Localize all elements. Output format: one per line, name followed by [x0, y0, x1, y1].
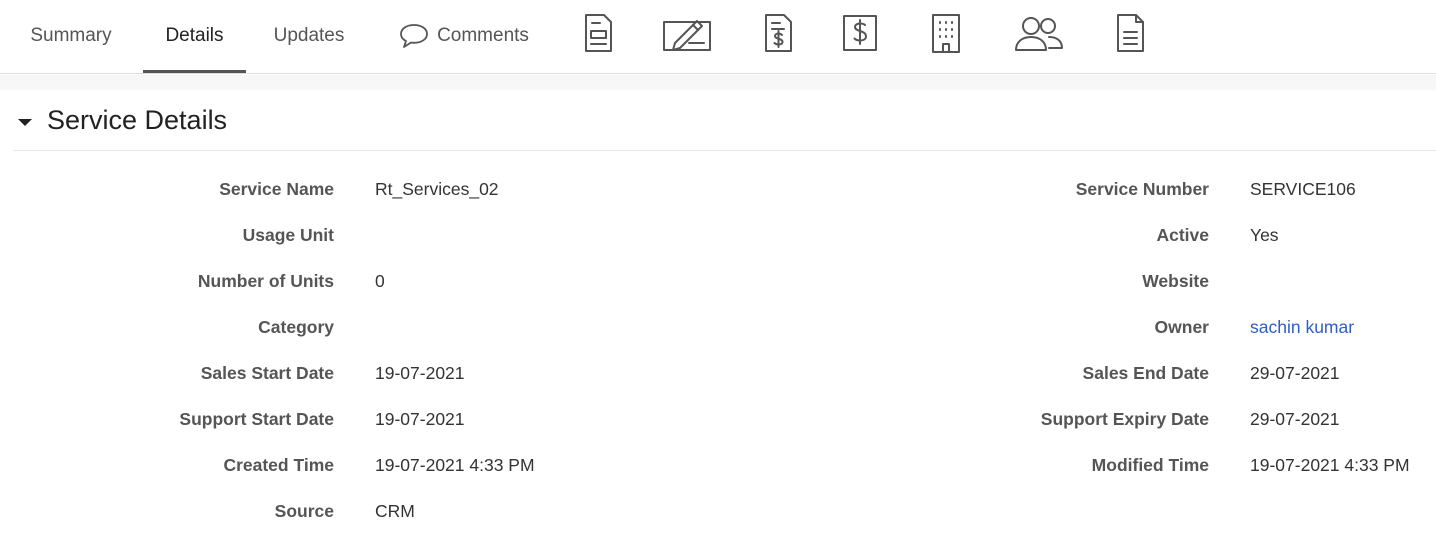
field-label: Sales End Date [1082, 363, 1209, 383]
service-details-section-toggle[interactable]: Service Details [14, 90, 1436, 151]
header-divider-band [0, 75, 1436, 90]
tab-bar: Summary Details Updates Comments [0, 0, 1436, 74]
field-active: Active Yes [0, 222, 1436, 248]
field-owner: Owner sachin kumar [0, 314, 1436, 340]
field-sales-end-date: Sales End Date 29-07-2021 [0, 360, 1436, 386]
field-support-expiry-date: Support Expiry Date 29-07-2021 [0, 406, 1436, 432]
field-source: Source CRM [0, 498, 1436, 524]
invoice-icon[interactable] [758, 10, 798, 56]
field-value: CRM [375, 501, 415, 521]
field-value: 29-07-2021 [1250, 363, 1340, 383]
dollar-icon[interactable] [840, 10, 880, 56]
tab-details[interactable]: Details [143, 0, 246, 73]
document-icon[interactable] [1110, 10, 1150, 56]
tab-summary[interactable]: Summary [20, 0, 122, 72]
field-label: Support Expiry Date [1040, 409, 1209, 429]
field-label: Service Number [1075, 179, 1209, 199]
field-service-number: Service Number SERVICE106 [0, 176, 1436, 202]
field-value: 19-07-2021 4:33 PM [1250, 455, 1410, 475]
section-title: Service Details [47, 104, 228, 135]
tab-comments-label: Comments [437, 25, 529, 46]
contacts-icon[interactable] [1012, 10, 1066, 56]
field-modified-time: Modified Time 19-07-2021 4:33 PM [0, 452, 1436, 478]
tab-comments[interactable]: Comments [390, 0, 538, 72]
field-label: Owner [1154, 317, 1209, 337]
tab-updates[interactable]: Updates [264, 0, 354, 72]
field-label: Active [1156, 225, 1209, 245]
signature-icon[interactable] [660, 10, 714, 56]
building-icon[interactable] [925, 10, 967, 56]
field-value: Yes [1250, 225, 1279, 245]
owner-link[interactable]: sachin kumar [1250, 316, 1354, 338]
caret-down-icon [18, 118, 32, 126]
field-value: 29-07-2021 [1250, 409, 1340, 429]
comment-bubble-icon [400, 24, 428, 48]
field-label: Source [274, 501, 334, 521]
quote-document-icon[interactable] [578, 10, 618, 56]
field-label: Modified Time [1091, 455, 1209, 475]
field-website: Website [0, 268, 1436, 294]
field-value: SERVICE106 [1250, 179, 1356, 199]
field-label: Website [1142, 271, 1209, 291]
